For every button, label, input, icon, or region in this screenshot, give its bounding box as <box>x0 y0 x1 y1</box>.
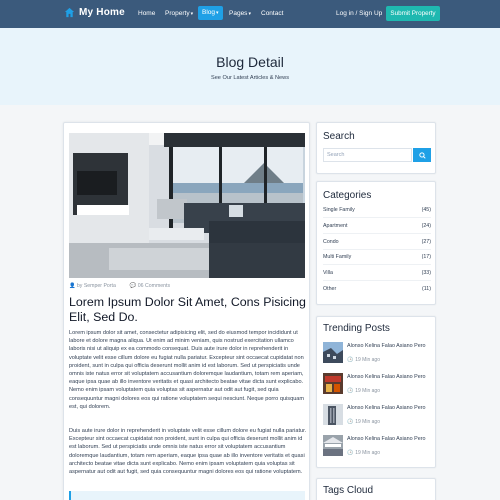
chevron-down-icon: ▾ <box>248 11 251 17</box>
category-label: Other <box>323 286 337 292</box>
category-item[interactable]: Single Family (45) <box>323 207 431 217</box>
category-item[interactable]: Apartment (24) <box>323 223 431 233</box>
trending-post-item[interactable]: Alonso Kelina Falao Asiano Pero 🕒 19 Min … <box>323 342 431 368</box>
search-icon <box>418 151 426 159</box>
trending-post-time: 🕒 19 Min ago <box>347 388 380 394</box>
tags-cloud-title: Tags Cloud <box>323 485 374 496</box>
search-button[interactable] <box>413 148 431 162</box>
comment-icon: 💬 <box>129 283 137 289</box>
clock-icon: 🕒 <box>347 357 354 363</box>
trending-post-title[interactable]: Alonso Kelina Falao Asiano Pero <box>347 405 431 411</box>
divider <box>323 249 431 250</box>
category-count: (17) <box>421 254 431 260</box>
user-icon: 👤 <box>69 283 76 289</box>
trending-post-title[interactable]: Alonso Kelina Falao Asiano Pero <box>347 343 431 349</box>
category-count: (27) <box>421 239 431 245</box>
category-label: Apartment <box>323 223 348 229</box>
trending-posts-title: Trending Posts <box>323 323 390 334</box>
category-item[interactable]: Multi Family (17) <box>323 254 431 264</box>
trending-post-item[interactable]: Alonso Kelina Falao Asiano Pero 🕒 19 Min … <box>323 404 431 430</box>
category-label: Multi Family <box>323 254 352 260</box>
search-widget: Search <box>316 122 436 174</box>
post-paragraph-2: Duis aute irure dolor in reprehenderit i… <box>69 428 307 476</box>
brand-logo[interactable]: My Home <box>64 7 125 18</box>
nav-blog-label: Blog <box>202 9 216 16</box>
time-label: 19 Min ago <box>355 357 380 363</box>
post-comments[interactable]: 06 Comments <box>138 283 170 289</box>
top-navbar: My Home Home Property▾ Blog▾ Pages▾ Cont… <box>0 0 500 28</box>
post-meta: 👤 by Semper Porta 💬 06 Comments <box>69 283 170 289</box>
post-title: Lorem Ipsum Dolor Sit Amet, Cons Pisicin… <box>69 295 306 324</box>
chevron-down-icon: ▾ <box>216 10 219 16</box>
trending-post-time: 🕒 19 Min ago <box>347 450 380 456</box>
categories-title: Categories <box>323 190 372 201</box>
category-item[interactable]: Condo (27) <box>323 239 431 249</box>
page-header: Blog Detail See Our Latest Articles & Ne… <box>0 28 500 105</box>
nav-home-label: Home <box>138 10 156 17</box>
nav-property[interactable]: Property▾ <box>165 8 193 20</box>
categories-widget: Categories Single Family (45) Apartment (2… <box>316 181 436 305</box>
category-count: (33) <box>421 270 431 276</box>
building-photo[interactable] <box>323 342 343 363</box>
page-subtitle: See Our Latest Articles & News <box>210 75 290 81</box>
search-widget-title: Search <box>323 131 355 142</box>
home-icon <box>64 7 75 18</box>
trending-post-time: 🕒 19 Min ago <box>347 419 380 425</box>
brand-name: My Home <box>79 7 125 18</box>
station-photo[interactable] <box>323 435 343 456</box>
divider <box>323 217 431 218</box>
page-title: Blog Detail <box>216 54 284 70</box>
time-label: 19 Min ago <box>355 419 380 425</box>
clock-icon: 🕒 <box>347 419 354 425</box>
nav-pages-label: Pages <box>229 10 248 17</box>
tower-photo[interactable] <box>323 404 343 425</box>
category-label: Villa <box>323 270 333 276</box>
category-item[interactable]: Villa (33) <box>323 270 431 280</box>
nav-home[interactable]: Home <box>138 8 155 20</box>
trending-post-item[interactable]: Alonso Kelina Falao Asiano Pero 🕒 19 Min … <box>323 435 431 461</box>
trending-post-title[interactable]: Alonso Kelina Falao Asiano Pero <box>347 436 431 442</box>
trending-posts-widget: Trending Posts Alonso Kelina Falao Asian… <box>316 316 436 468</box>
nav-contact-label: Contact <box>261 10 284 17</box>
trending-post-title[interactable]: Alonso Kelina Falao Asiano Pero <box>347 374 431 380</box>
login-signup-link[interactable]: Log in / Sign Up <box>336 8 382 20</box>
post-author[interactable]: by Semper Porta <box>77 283 116 289</box>
divider <box>323 233 431 234</box>
trending-post-time: 🕒 19 Min ago <box>347 357 380 363</box>
category-label: Condo <box>323 239 339 245</box>
blockquote <box>69 491 305 500</box>
clock-icon: 🕒 <box>347 450 354 456</box>
chevron-down-icon: ▾ <box>190 11 194 17</box>
submit-property-button[interactable]: Submit Property <box>386 6 440 21</box>
category-item[interactable]: Other (11) <box>323 286 431 296</box>
nav-blog[interactable]: Blog▾ <box>198 6 223 20</box>
nav-property-label: Property <box>165 10 190 17</box>
time-label: 19 Min ago <box>355 450 380 456</box>
category-count: (45) <box>421 207 431 213</box>
tags-cloud-widget: Tags Cloud <box>316 478 436 500</box>
time-label: 19 Min ago <box>355 388 380 394</box>
clock-icon: 🕒 <box>347 388 354 394</box>
post-paragraph-1: Lorem ipsum dolor sit amet, consectetur … <box>69 330 305 410</box>
store-photo[interactable] <box>323 373 343 394</box>
nav-contact[interactable]: Contact <box>261 8 283 20</box>
trending-post-item[interactable]: Alonso Kelina Falao Asiano Pero 🕒 19 Min … <box>323 373 431 399</box>
nav-pages[interactable]: Pages▾ <box>229 8 251 20</box>
category-count: (24) <box>421 223 431 229</box>
divider <box>323 264 431 265</box>
category-label: Single Family <box>323 207 355 213</box>
living-room-photo <box>69 133 305 278</box>
blog-post-card: 👤 by Semper Porta 💬 06 Comments Lorem Ips… <box>63 122 310 500</box>
search-input[interactable] <box>323 148 412 162</box>
category-count: (11) <box>421 286 431 292</box>
divider <box>323 280 431 281</box>
